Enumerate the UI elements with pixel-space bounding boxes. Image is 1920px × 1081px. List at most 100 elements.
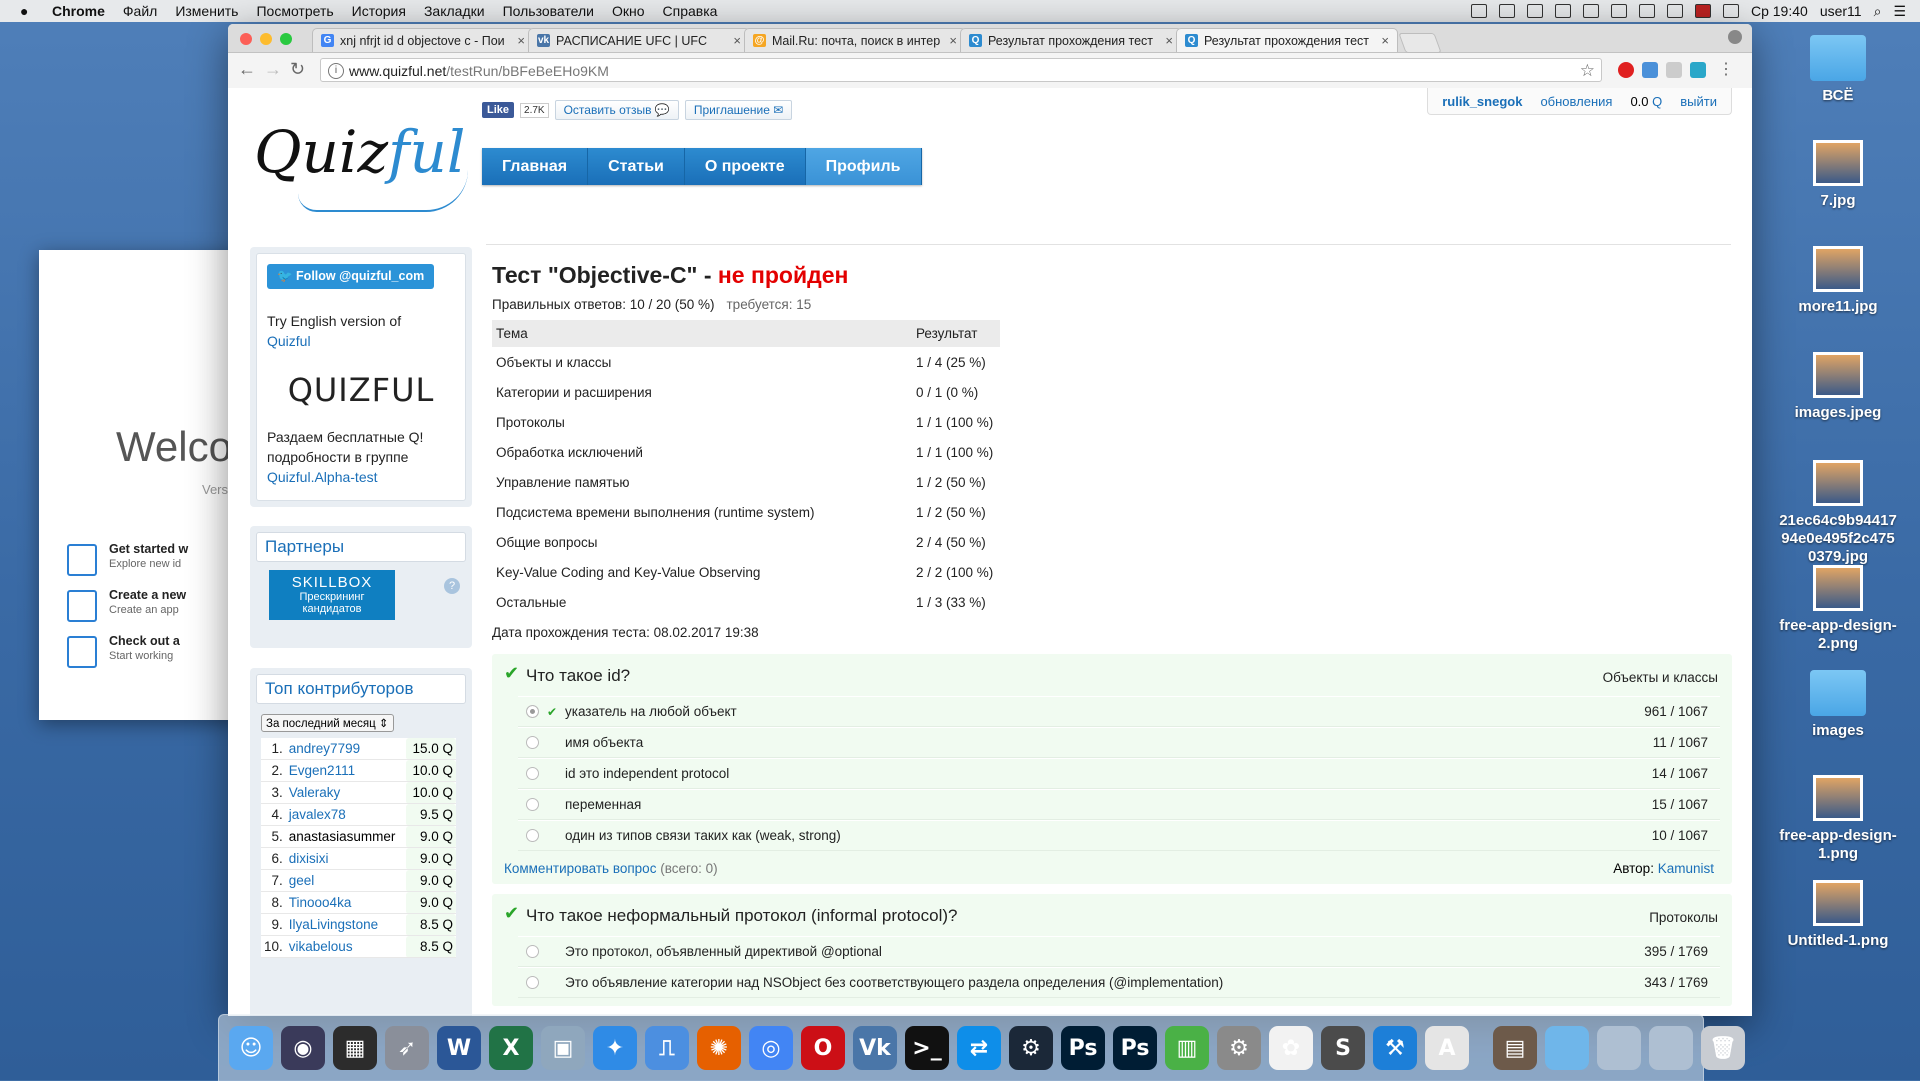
forward-icon[interactable]: → xyxy=(264,59,282,80)
desktop-file-2[interactable]: more11.jpg xyxy=(1778,246,1898,316)
reload-icon[interactable]: ↻ xyxy=(290,59,305,80)
address-bar[interactable]: i www.quizful.net/testRun/bBFeBeEHo9KM ☆ xyxy=(320,58,1602,82)
alpha-test-link[interactable]: Quizful.Alpha-test xyxy=(267,469,378,485)
contributor-name[interactable]: dixisixi xyxy=(289,851,329,866)
username-link[interactable]: rulik_snegok xyxy=(1442,94,1522,109)
dock-finder-icon[interactable]: ☺ xyxy=(229,1026,273,1070)
dropbox-icon[interactable] xyxy=(1470,4,1487,18)
dock-photoshop-2-icon[interactable]: Ps xyxy=(1113,1026,1157,1070)
dock-photos-icon[interactable]: ✿ xyxy=(1269,1026,1313,1070)
info-icon[interactable]: i xyxy=(328,63,344,79)
notification-center-icon[interactable]: ☰ xyxy=(1893,3,1906,20)
menu-item-1[interactable]: Изменить xyxy=(175,3,238,19)
desktop-file-6[interactable]: images xyxy=(1778,670,1898,740)
desktop-file-7[interactable]: free-app-design-1.png xyxy=(1778,775,1898,863)
dock-excel-icon[interactable]: X xyxy=(489,1026,533,1070)
flag-icon[interactable] xyxy=(1694,4,1711,18)
dock-sublime-icon[interactable]: S xyxy=(1321,1026,1365,1070)
dock-word-icon[interactable]: W xyxy=(437,1026,481,1070)
menu-item-0[interactable]: Файл xyxy=(123,3,157,19)
dock-trash-icon[interactable]: 🗑 xyxy=(1701,1026,1745,1070)
dock-vk-icon[interactable]: Vk xyxy=(853,1026,897,1070)
close-tab-icon[interactable]: × xyxy=(1165,33,1173,48)
skillbox-banner[interactable]: SKILLBOX Прескрининг кандидатов xyxy=(269,570,395,620)
menu-item-5[interactable]: Пользователи xyxy=(503,3,594,19)
close-window-button[interactable] xyxy=(240,33,252,45)
comment-question-link[interactable]: Комментировать вопрос xyxy=(504,861,656,876)
dock-safari-icon[interactable]: ✦ xyxy=(593,1026,637,1070)
dock-chrome-icon[interactable]: ◎ xyxy=(749,1026,793,1070)
vk-icon[interactable] xyxy=(1526,4,1543,18)
quizful-brand[interactable]: QUIZFUL xyxy=(257,371,465,409)
close-tab-icon[interactable]: × xyxy=(949,33,957,48)
dock-teamviewer-icon[interactable]: ⇄ xyxy=(957,1026,1001,1070)
clock[interactable]: Ср 19:40 xyxy=(1751,3,1808,19)
bookmark-star-icon[interactable]: ☆ xyxy=(1580,59,1595,83)
volume-icon[interactable] xyxy=(1666,4,1683,18)
nav-item-2[interactable]: О проекте xyxy=(684,148,806,185)
dock-numbers-icon[interactable]: ▥ xyxy=(1165,1026,1209,1070)
dock-system-preferences-icon[interactable]: ⚙ xyxy=(1217,1026,1261,1070)
get-started-item[interactable]: Get started w Explore new id xyxy=(67,542,188,576)
english-version-link[interactable]: Quizful xyxy=(267,333,311,349)
dock-downloads-stack-icon[interactable]: ▤ xyxy=(1493,1026,1537,1070)
desktop-file-3[interactable]: images.jpeg xyxy=(1778,352,1898,422)
desktop-file-0[interactable]: ВСЁ xyxy=(1778,35,1898,105)
dock-keynote-icon[interactable]: ⎍ xyxy=(645,1026,689,1070)
menu-item-3[interactable]: История xyxy=(352,3,406,19)
contributor-name[interactable]: geel xyxy=(289,873,315,888)
bluetooth-icon[interactable] xyxy=(1554,4,1571,18)
menu-app-name[interactable]: Chrome xyxy=(52,3,105,19)
help-icon[interactable]: ? xyxy=(444,578,460,594)
logout-link[interactable]: выйти xyxy=(1680,94,1717,109)
nav-item-1[interactable]: Статьи xyxy=(588,148,685,185)
desktop-file-5[interactable]: free-app-design-2.png xyxy=(1778,565,1898,653)
desktop-file-1[interactable]: 7.jpg xyxy=(1778,140,1898,210)
browser-tab-0[interactable]: Gxnj nfrjt id d objectove c - Пои × xyxy=(312,28,534,52)
close-tab-icon[interactable]: × xyxy=(733,33,741,48)
feedback-button[interactable]: Оставить отзыв 💬 xyxy=(554,100,679,120)
dock-folder-2-icon[interactable] xyxy=(1597,1026,1641,1070)
contributor-name[interactable]: vikabelous xyxy=(289,939,353,954)
checkout-project-item[interactable]: Check out a Start working xyxy=(67,634,180,668)
dock-launchpad-icon[interactable]: ➶ xyxy=(385,1026,429,1070)
nav-item-0[interactable]: Главная xyxy=(482,148,589,185)
create-project-item[interactable]: Create a new Create an app xyxy=(67,588,186,622)
contributor-name[interactable]: Tinooo4ka xyxy=(289,895,352,910)
profile-icon[interactable] xyxy=(1728,30,1742,44)
dock-folder-3-icon[interactable] xyxy=(1649,1026,1693,1070)
dock-siri-icon[interactable]: ◉ xyxy=(281,1026,325,1070)
desktop-file-8[interactable]: Untitled-1.png xyxy=(1778,880,1898,950)
nav-item-3[interactable]: Профиль xyxy=(805,148,922,185)
dock-acrobat-icon[interactable]: A xyxy=(1425,1026,1469,1070)
menu-item-4[interactable]: Закладки xyxy=(424,3,485,19)
dock-mission-control-icon[interactable]: ▦ xyxy=(333,1026,377,1070)
apple-icon[interactable]: ● xyxy=(20,3,38,19)
close-tab-icon[interactable]: × xyxy=(1381,33,1389,48)
airplay-icon[interactable] xyxy=(1638,4,1655,18)
cast-icon[interactable] xyxy=(1690,62,1706,78)
dock-firefox-icon[interactable]: ✺ xyxy=(697,1026,741,1070)
new-tab-button[interactable] xyxy=(1398,33,1442,53)
author-link[interactable]: Kamunist xyxy=(1658,861,1714,876)
back-icon[interactable]: ← xyxy=(238,59,256,80)
contributor-name[interactable]: IlyaLivingstone xyxy=(289,917,378,932)
facebook-like-button[interactable]: Like xyxy=(482,102,515,118)
dock-terminal-icon[interactable]: >_ xyxy=(905,1026,949,1070)
time-machine-icon[interactable] xyxy=(1582,4,1599,18)
browser-tab-2[interactable]: @ Mail.Ru: почта, поиск в интер × xyxy=(744,28,966,52)
user-name[interactable]: user11 xyxy=(1820,3,1862,19)
contributor-name[interactable]: andrey7799 xyxy=(289,741,360,756)
dock-opera-icon[interactable]: O xyxy=(801,1026,845,1070)
extension-icon[interactable] xyxy=(1666,62,1682,78)
invite-button[interactable]: Приглашение ✉ xyxy=(684,100,793,120)
contributor-name[interactable]: Valeraky xyxy=(289,785,341,800)
dock-photoshop-1-icon[interactable]: Ps xyxy=(1061,1026,1105,1070)
minimize-window-button[interactable] xyxy=(260,33,272,45)
browser-tab-4[interactable]: Q Результат прохождения тест × xyxy=(1176,28,1398,52)
spotlight-icon[interactable]: ⌕ xyxy=(1874,3,1882,20)
browser-tab-1[interactable]: vk РАСПИСАНИЕ UFC | UFC × xyxy=(528,28,750,52)
dock-folder-1-icon[interactable] xyxy=(1545,1026,1589,1070)
twitter-follow-button[interactable]: 🐦 Follow @quizful_com xyxy=(267,264,435,289)
contributor-name[interactable]: javalex78 xyxy=(289,807,346,822)
